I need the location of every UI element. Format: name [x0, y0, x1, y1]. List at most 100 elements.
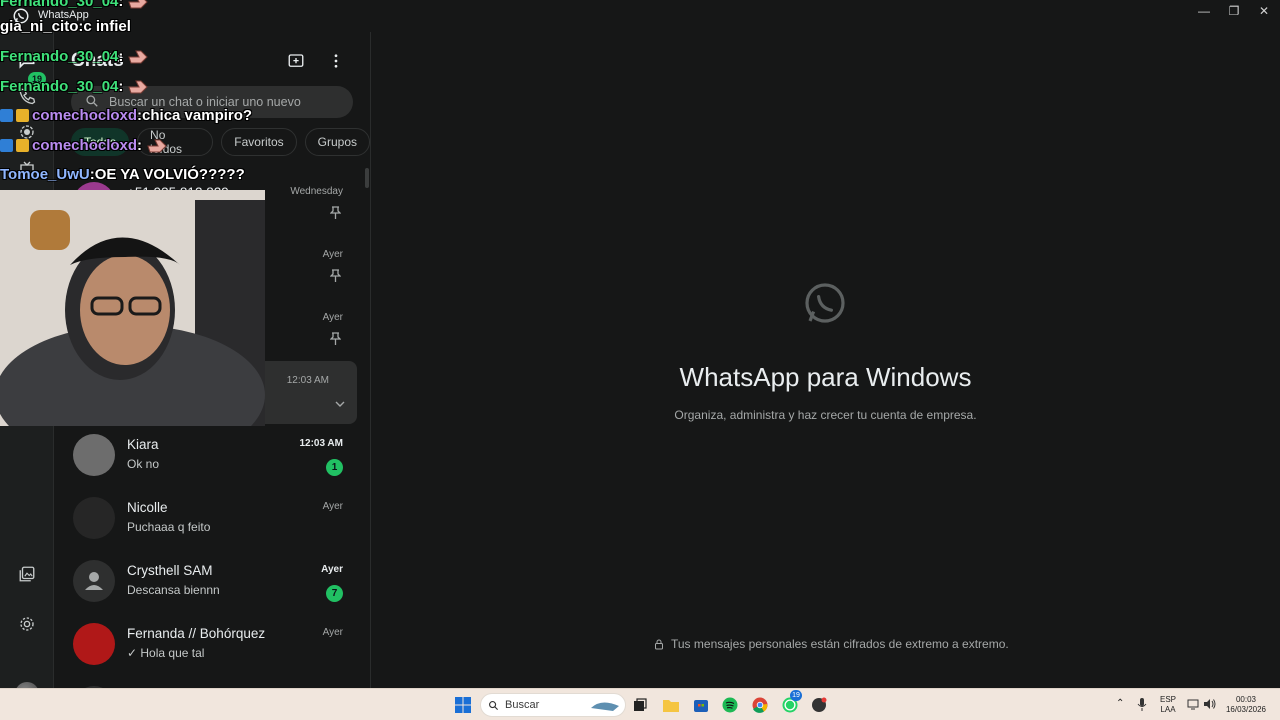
encryption-note: Tus mensajes personales están cifrados d… — [653, 637, 1009, 651]
store-icon[interactable] — [691, 695, 711, 715]
stream-chat-user: Tomoe_UwU — [0, 166, 90, 183]
chrome-icon[interactable] — [750, 695, 770, 715]
webcam-overlay — [0, 190, 265, 426]
chat-time: Ayer — [322, 249, 343, 260]
chat-time: 12:03 AM — [299, 438, 343, 449]
chat-time: Wednesday — [290, 186, 343, 197]
chat-preview: Descansa biennn — [127, 583, 220, 597]
scrollbar[interactable] — [365, 168, 369, 188]
pin-icon — [329, 332, 342, 350]
file-explorer-icon[interactable] — [661, 695, 681, 715]
chat-time: Ayer — [321, 564, 343, 575]
windows-taskbar: Buscar 19 ⌃ ESP LAA 00:03 16/03/2026 — [0, 688, 1280, 720]
filter-chip-favoritos[interactable]: Favoritos — [221, 128, 297, 156]
unread-count-badge: 7 — [326, 585, 343, 602]
app-icon[interactable] — [809, 695, 829, 715]
chat-row[interactable]: Nicolle Puchaaa q feito Ayer — [55, 487, 370, 550]
chat-preview: Ok no — [127, 457, 160, 471]
close-button[interactable]: ✕ — [1247, 0, 1280, 22]
stream-chat-separator: : — [118, 47, 124, 65]
stream-chat-text: OE YA VOLVIÓ????? — [94, 166, 245, 183]
network-icon[interactable] — [1187, 698, 1199, 713]
chat-avatar — [73, 560, 115, 602]
language-top: ESP — [1160, 695, 1177, 704]
chevron-down-icon[interactable] — [335, 395, 345, 413]
stream-chat-user: comechocloxd — [32, 136, 138, 154]
stream-chat-message: Fernando_30_04 : — [0, 77, 149, 95]
prime-badge-icon — [0, 138, 13, 152]
chat-time: Ayer — [322, 627, 343, 638]
stream-chat-separator: : — [118, 0, 124, 10]
search-icon — [86, 95, 98, 107]
prime-badge-icon — [0, 109, 13, 122]
stream-chat-message: gia_ni_cito : c infiel — [0, 18, 131, 35]
encryption-text: Tus mensajes personales están cifrados d… — [671, 637, 1009, 651]
emote-icon — [127, 0, 149, 10]
stream-chat-message: Fernando_30_04 : — [0, 47, 149, 65]
chat-avatar — [73, 434, 115, 476]
chat-avatar — [73, 497, 115, 539]
stream-chat-message: comechocloxd : chica vampiro? — [0, 107, 252, 124]
tray-overflow-icon[interactable]: ⌃ — [1116, 699, 1124, 709]
language-indicator[interactable]: ESP LAA — [1160, 695, 1176, 715]
streamer-image — [0, 190, 265, 426]
stream-chat-text: chica vampiro? — [142, 107, 253, 124]
media-icon[interactable] — [13, 560, 41, 588]
emote-icon — [127, 77, 149, 95]
clock[interactable]: 00:03 16/03/2026 — [1224, 695, 1268, 715]
unread-count-badge: 1 — [326, 459, 343, 476]
stream-chat-text: c infiel — [83, 18, 131, 35]
settings-icon[interactable] — [13, 610, 41, 638]
menu-dots-icon[interactable] — [323, 48, 349, 74]
default-avatar-icon — [85, 572, 103, 590]
search-highlight-icon — [591, 702, 619, 711]
clock-date: 16/03/2026 — [1225, 705, 1267, 714]
language-bottom: LAA — [1160, 705, 1176, 714]
microphone-icon[interactable] — [1137, 698, 1147, 714]
stream-chat-user: Fernando_30_04 — [0, 0, 119, 10]
whatsapp-window: WhatsApp — ❐ ✕ 19 Chats Buscar un chat o… — [0, 0, 1280, 706]
chat-time: 12:03 AM — [286, 375, 329, 386]
search-icon — [489, 701, 499, 711]
task-view-icon[interactable] — [630, 695, 650, 715]
pin-icon — [329, 206, 342, 224]
chat-name: Nicolle — [127, 500, 168, 515]
whatsapp-logo-icon — [805, 283, 845, 323]
stream-chat-user: Fernando_30_04 — [0, 47, 119, 65]
chat-row[interactable]: LA CHACRA DEL PODOAyer — [55, 676, 370, 688]
taskbar-search[interactable]: Buscar — [480, 693, 626, 717]
stream-chat-message: Fernando_30_04 : — [0, 0, 149, 10]
empty-state-heading: WhatsApp para Windows — [679, 362, 972, 392]
emote-icon — [146, 136, 168, 154]
stream-chat-message: Tomoe_UwU : OE YA VOLVIÓ????? — [0, 166, 245, 183]
whatsapp-taskbar-icon[interactable]: 19 — [780, 690, 802, 715]
chat-row[interactable]: Fernanda // Bohórquez ✓ Hola que tal Ayer — [55, 613, 370, 676]
chat-preview: ✓ Hola que tal — [127, 646, 205, 660]
stream-chat-user: comechocloxd — [32, 107, 138, 124]
stream-chat-user: Fernando_30_04 — [0, 77, 119, 95]
chat-time: Ayer — [322, 501, 343, 512]
chat-time: Ayer — [322, 312, 343, 323]
chat-name: Kiara — [127, 437, 159, 452]
chat-row[interactable]: Crysthell SAM Descansa biennn Ayer 7 — [55, 550, 370, 613]
start-icon[interactable] — [453, 695, 473, 715]
stream-chat-message: comechocloxd : — [0, 136, 168, 154]
stream-chat-separator: : — [137, 136, 143, 154]
crown-badge-icon — [16, 138, 29, 152]
chat-name: Fernanda // Bohórquez — [127, 626, 266, 641]
crown-badge-icon — [16, 109, 29, 122]
chat-row[interactable]: Kiara Ok no 12:03 AM 1 — [55, 424, 370, 487]
main-pane: WhatsApp para Windows Organiza, administ… — [371, 32, 1280, 688]
new-chat-icon[interactable] — [283, 48, 309, 74]
whatsapp-taskbar-badge: 19 — [790, 690, 802, 701]
chat-preview: Puchaaa q feito — [127, 520, 211, 534]
minimize-button[interactable]: — — [1187, 0, 1221, 22]
volume-icon[interactable] — [1203, 698, 1216, 713]
filter-chip-grupos[interactable]: Grupos — [304, 128, 370, 156]
emote-icon — [127, 47, 149, 65]
stream-chat-separator: : — [118, 77, 124, 95]
maximize-button[interactable]: ❐ — [1217, 0, 1251, 22]
title-bar: WhatsApp — ❐ ✕ — [0, 0, 1280, 32]
spotify-icon[interactable] — [720, 695, 740, 715]
stream-chat-user: gia_ni_cito — [0, 18, 79, 35]
